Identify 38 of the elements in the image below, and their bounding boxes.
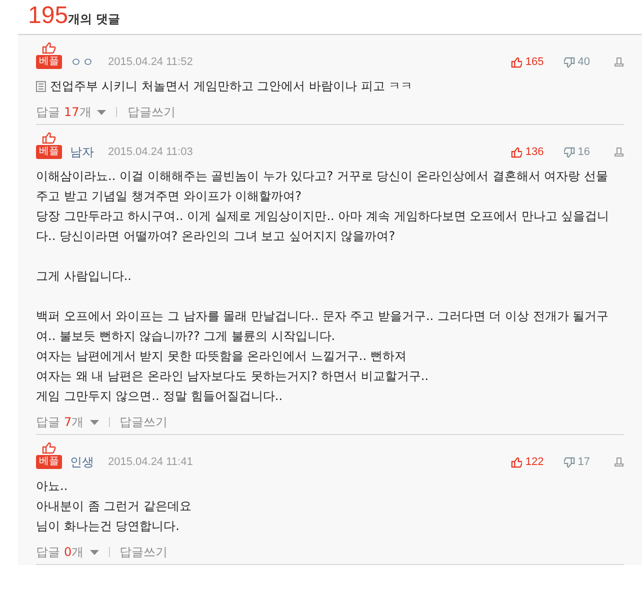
write-reply-link[interactable]: 답글쓰기: [120, 544, 168, 560]
comment-text: 이해삼이라뇨.. 이걸 이해해주는 골빈놈이 누가 있다고? 거꾸로 당신이 온라인상에서 결혼해서 여자랑 선물주고 받고 기념일 챙겨주면 와이프가 이해할까여? 당장 그만두라고 하시구여.. 이게 실제로 게임상이지만.. 아마 계속 게임하다보면 오프에서 만나고 싶을겁니다.. 당신이라면 어떨까여? 온라인의 그녀 보고 싶어지지 않을까여? 그게 사람입니다.. 백퍼 오프에서 와이프는 그 남자를 몰래 만날겁니다.. 문자 주고 받을거구.. 그러다면 더 이상 전개가 될거구여.. 불보듯 뻔하지 않습니까?? 그게 불륜의 시작입니다. 여자는 남편에게서 받지 못한 따뜻함을 온라인에서 느낄거구.. 뻔하져 여자는 왜 내 남편은 온라인 남자보다도 못하는거지? 하면서 비교할거구.. 게임 그만두지 않으면.. 정말 힘들어질겁니다..: [36, 168, 610, 405]
comment-date: 2015.04.24 11:03: [108, 145, 193, 159]
thumbs-up-icon: [511, 56, 522, 68]
author-name[interactable]: 인생: [70, 455, 94, 469]
thumbs-up-icon: [511, 456, 522, 468]
thumbs-up-icon: [42, 42, 56, 54]
thumbs-up-icon: [42, 442, 56, 454]
author-name[interactable]: 남자: [70, 145, 94, 159]
comments-heading: 개의 댓글: [68, 11, 120, 28]
dislike-button[interactable]: 40: [564, 55, 590, 69]
dislike-button[interactable]: 16: [564, 145, 590, 159]
replies-toggle[interactable]: 답글 7개: [36, 414, 99, 430]
like-button[interactable]: 136: [511, 145, 544, 159]
thumbs-up-icon: [42, 132, 56, 144]
thumbs-down-icon: [564, 456, 575, 468]
caret-icon: [90, 550, 99, 554]
dislike-button[interactable]: 17: [564, 455, 590, 469]
comment-date: 2015.04.24 11:52: [108, 55, 193, 69]
caret-icon: [90, 420, 99, 424]
caret-icon: [97, 110, 106, 114]
write-reply-link[interactable]: 답글쓰기: [127, 104, 176, 120]
comment-count: 195: [28, 4, 68, 28]
write-reply-link[interactable]: 답글쓰기: [120, 414, 168, 430]
report-icon[interactable]: [614, 457, 624, 467]
like-button[interactable]: 122: [511, 455, 544, 469]
thumbs-down-icon: [564, 56, 575, 68]
author-name[interactable]: ㅇㅇ: [70, 55, 94, 69]
report-icon[interactable]: [614, 57, 624, 67]
comment-date: 2015.04.24 11:41: [108, 455, 193, 469]
comment-text: 전업주부 시키니 처놀면서 게임만하고 그안에서 바람이나 피고 ㅋㅋ: [50, 78, 414, 95]
replies-toggle[interactable]: 답글 0개: [36, 544, 99, 560]
comment-text: 아뇨.. 아내분이 좀 그런거 같은데요 님이 화나는건 당연합니다.: [36, 478, 192, 535]
report-icon[interactable]: [614, 147, 624, 157]
replies-toggle[interactable]: 답글 17개: [36, 104, 106, 120]
like-button[interactable]: 165: [511, 55, 544, 69]
thumbs-up-icon: [511, 146, 522, 158]
thumbs-down-icon: [564, 146, 575, 158]
